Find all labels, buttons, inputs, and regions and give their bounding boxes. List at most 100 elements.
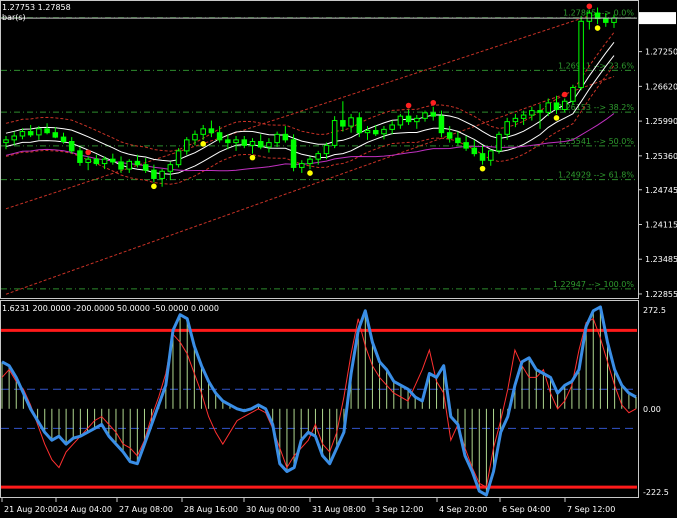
candle-body xyxy=(504,121,510,135)
candle-body xyxy=(496,133,502,152)
price-tick-label: 1.23485 xyxy=(645,255,677,264)
candle-body xyxy=(257,141,264,148)
sell-signal-dot xyxy=(85,149,91,156)
candle-body xyxy=(299,163,305,168)
indicator-tick-label: 272.5 xyxy=(643,306,666,315)
candle-body xyxy=(101,158,108,165)
time-tick-label: 31 Aug 08:00 xyxy=(312,505,366,514)
candle-body xyxy=(19,131,26,137)
candle-body xyxy=(578,20,584,88)
time-tick-label: 27 Aug 08:00 xyxy=(119,505,173,514)
time-tick-label: 7 Sep 12:00 xyxy=(567,505,615,514)
candle-body xyxy=(68,141,75,152)
price-tick-label: 1.24745 xyxy=(645,186,677,195)
time-tick-label: 3 Sep 12:00 xyxy=(375,505,423,514)
candle-body xyxy=(3,139,9,144)
candle-body xyxy=(356,117,363,134)
buy-signal-dot xyxy=(151,183,157,190)
candle-body xyxy=(44,128,50,134)
candle-body xyxy=(200,128,206,135)
candle-body xyxy=(151,169,157,179)
candle-body xyxy=(118,161,124,170)
price-tick-label: 1.26620 xyxy=(645,82,677,91)
candle-body xyxy=(430,112,437,117)
candle-body xyxy=(512,117,519,123)
candle-body xyxy=(208,128,215,134)
time-tick-label: 30 Aug 00:00 xyxy=(246,505,300,514)
buy-signal-dot xyxy=(200,141,206,147)
candle-body xyxy=(372,129,379,135)
current-price-label: 1.27858 xyxy=(642,14,675,23)
candle-body xyxy=(364,129,371,134)
candle-body xyxy=(570,86,576,102)
candle-body xyxy=(167,164,174,172)
candle-body xyxy=(11,135,17,141)
price-tick-label: 1.24115 xyxy=(645,220,677,229)
header-bars-text: bar(s) xyxy=(2,13,26,22)
sell-signal-dot xyxy=(430,99,437,106)
candle-body xyxy=(471,147,478,155)
time-tick-label: 21 Aug 20:00 xyxy=(4,505,58,514)
candle-body xyxy=(60,136,67,143)
candle-body xyxy=(446,132,453,139)
candle-body xyxy=(586,12,593,22)
time-tick-label: 28 Aug 16:00 xyxy=(184,505,238,514)
candle-body xyxy=(159,170,165,179)
candle-body xyxy=(520,114,527,119)
candle-body xyxy=(241,139,248,146)
indicator-tick-label: -222.5 xyxy=(643,488,669,497)
candle-body xyxy=(553,102,560,111)
candle-body xyxy=(216,132,223,141)
candle-body xyxy=(529,110,535,116)
candle-body xyxy=(36,128,42,136)
candle-body xyxy=(266,142,272,148)
candle-body xyxy=(233,139,239,144)
sell-signal-dot xyxy=(405,102,412,109)
candle-body xyxy=(52,132,59,138)
candle-body xyxy=(307,158,313,165)
candle-body xyxy=(282,133,289,141)
price-tick-label: 1.27250 xyxy=(645,48,677,57)
candle-body xyxy=(422,112,428,119)
buy-signal-dot xyxy=(479,165,486,172)
buy-signal-dot xyxy=(553,115,560,121)
candle-body xyxy=(331,120,338,146)
candle-body xyxy=(93,158,100,165)
sell-signal-dot xyxy=(586,3,593,10)
time-tick-label: 6 Sep 04:00 xyxy=(502,505,550,514)
candle-body xyxy=(537,110,543,113)
chart-window: 1.27865 --> 0.0%1.26911 --> 23.6%1.26153… xyxy=(0,0,677,518)
candle-body xyxy=(249,141,256,146)
candle-body xyxy=(405,115,412,123)
candle-body xyxy=(545,102,552,113)
indicator-tick-label: 0.00 xyxy=(643,405,661,414)
candle-body xyxy=(274,133,280,144)
candle-body xyxy=(192,133,198,141)
fib-level-label: 1.25541 --> 50.0% xyxy=(558,137,634,146)
time-tick-label: 4 Sep 20:00 xyxy=(439,505,487,514)
fib-level-label: 1.24929 --> 61.8% xyxy=(558,171,634,180)
header-price-text: 1.27753 1.27858 xyxy=(2,3,71,12)
candle-body xyxy=(340,120,346,127)
candle-body xyxy=(142,164,149,171)
candle-body xyxy=(381,128,387,135)
candle-body xyxy=(77,150,83,163)
price-tick-label: 1.25360 xyxy=(645,152,677,161)
candle-body xyxy=(611,17,617,23)
candle-body xyxy=(561,100,568,111)
candle-body xyxy=(348,117,354,127)
candle-body xyxy=(225,139,231,144)
candle-body xyxy=(323,144,330,155)
candle-body xyxy=(479,153,486,161)
time-tick-label: 24 Aug 04:00 xyxy=(58,505,112,514)
candle-body xyxy=(134,160,141,166)
buy-signal-dot xyxy=(307,170,313,176)
buy-signal-dot xyxy=(594,25,601,31)
price-tick-label: 1.25990 xyxy=(645,117,677,126)
candle-body xyxy=(110,158,116,163)
candle-body xyxy=(389,124,395,130)
indicator-header-text: 1.6231 200.0000 -200.0000 50.0000 -50.00… xyxy=(2,304,219,313)
price-tick-label: 1.22855 xyxy=(645,290,677,299)
fib-level-label: 1.26153 --> 38.2% xyxy=(558,103,634,112)
fib-level-label: 1.22947 --> 100.0% xyxy=(553,280,635,289)
